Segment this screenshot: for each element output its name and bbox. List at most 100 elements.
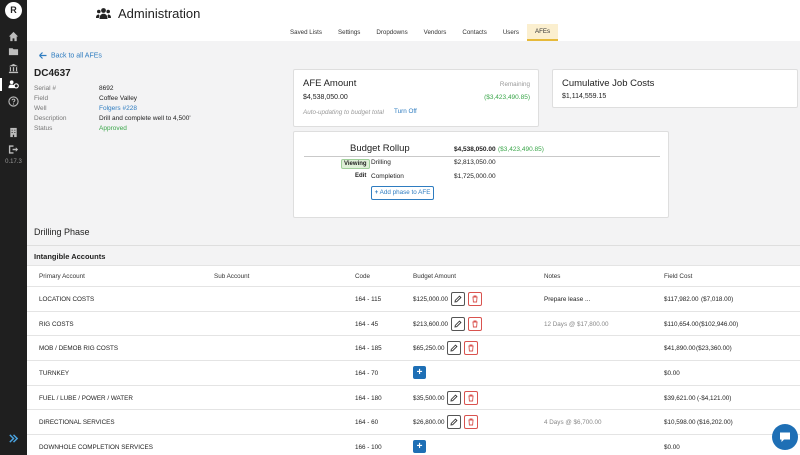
row-variance: ($23,360.00) — [696, 345, 732, 353]
page-title: Administration — [118, 6, 201, 21]
row-account: FUEL / LUBE / POWER / WATER — [39, 394, 133, 402]
edit-button[interactable] — [451, 292, 465, 306]
chat-icon — [780, 432, 790, 442]
tab-saved-lists[interactable]: Saved Lists — [282, 24, 330, 41]
tab-contacts[interactable]: Contacts — [454, 24, 494, 41]
afe-amount-value: $4,538,050.00 — [303, 94, 348, 101]
tab-settings[interactable]: Settings — [330, 24, 368, 41]
phase-name-drilling[interactable]: Drilling — [371, 159, 391, 166]
building-icon[interactable] — [8, 127, 19, 138]
chat-widget-button[interactable] — [772, 424, 798, 450]
delete-button[interactable] — [468, 292, 482, 306]
info-label: Well — [34, 105, 47, 112]
plus-icon: + — [416, 367, 423, 379]
table-row[interactable]: DOWNHOLE COMPLETION SERVICES 166 - 100 +… — [27, 435, 800, 455]
info-label: Serial # — [34, 85, 57, 92]
plus-icon: + — [374, 189, 379, 196]
job-id: DC4637 — [34, 68, 71, 79]
info-label: Description — [34, 115, 67, 122]
app-logo[interactable]: R — [5, 2, 22, 19]
well-link[interactable]: Folgers #228 — [99, 104, 137, 114]
col-sub-account[interactable]: Sub Account — [214, 273, 249, 280]
info-row-serial: Serial # 8692 — [34, 84, 191, 94]
home-icon[interactable] — [8, 31, 19, 42]
logout-icon[interactable] — [8, 144, 19, 155]
help-icon[interactable] — [8, 96, 19, 107]
pencil-icon — [454, 320, 462, 328]
col-code[interactable]: Code — [355, 273, 370, 280]
col-field-cost[interactable]: Field Cost — [664, 273, 692, 280]
col-budget-amount[interactable]: Budget Amount — [413, 273, 456, 280]
tab-dropdowns[interactable]: Dropdowns — [368, 24, 415, 41]
row-notes: Prepare lease ... — [544, 296, 591, 303]
double-chevron-right-icon[interactable] — [8, 433, 19, 444]
delete-button[interactable] — [464, 341, 478, 356]
trash-icon — [472, 320, 478, 328]
info-label: Status — [34, 125, 53, 132]
section-heading: Intangible Accounts — [34, 252, 106, 261]
rollup-remaining: ($3,423,490.85) — [498, 146, 544, 153]
table-row[interactable]: TURNKEY 164 - 70 + $0.00 — [27, 361, 800, 386]
trash-icon — [468, 394, 474, 402]
table-row[interactable]: LOCATION COSTS 164 - 115 $125,000.00 Pre… — [27, 287, 800, 312]
row-field-cost: $41,890.00 — [664, 345, 696, 353]
turn-off-link[interactable]: Turn Off — [394, 108, 417, 115]
row-code: 164 - 45 — [355, 320, 379, 328]
col-primary-account[interactable]: Primary Account — [39, 273, 85, 280]
row-code: 164 - 115 — [355, 296, 382, 303]
afe-amount-title: AFE Amount — [303, 78, 357, 89]
trash-icon — [472, 295, 478, 303]
tab-users[interactable]: Users — [495, 24, 527, 41]
table-row[interactable]: MOB / DEMOB RIG COSTS 164 - 185 $65,250.… — [27, 336, 800, 362]
row-code: 164 - 70 — [355, 370, 379, 378]
afe-remaining-value: ($3,423,490.85) — [484, 94, 530, 101]
phase-amount-completion: $1,725,000.00 — [454, 173, 496, 180]
accounts-table: Primary Account Sub Account Code Budget … — [27, 265, 800, 455]
tab-afes[interactable]: AFEs — [526, 24, 559, 41]
row-account: RIG COSTS — [39, 320, 74, 328]
app-version: 0.17.3 — [5, 159, 22, 165]
table-row[interactable]: FUEL / LUBE / POWER / WATER 164 - 180 $3… — [27, 386, 800, 411]
edit-button[interactable] — [447, 341, 461, 356]
info-row-description: Description Drill and complete well to 4… — [34, 114, 191, 124]
col-notes[interactable]: Notes — [544, 273, 560, 280]
phase-name-completion[interactable]: Completion — [371, 173, 404, 180]
auto-update-note: Auto-updating to budget total — [303, 109, 384, 116]
row-code: 166 - 100 — [355, 444, 382, 452]
row-field-cost: $0.00 — [664, 370, 680, 378]
phase-title: Drilling Phase — [34, 227, 90, 237]
info-row-field: Field Coffee Valley — [34, 94, 191, 104]
sidebar: R 0.17.3 — [0, 0, 27, 455]
edit-button[interactable] — [447, 415, 461, 430]
edit-phase-link[interactable]: Edit — [355, 173, 366, 179]
row-field-cost: $39,621.00 — [664, 394, 696, 402]
delete-button[interactable] — [464, 415, 478, 430]
table-header: Primary Account Sub Account Code Budget … — [27, 266, 800, 287]
info-value: Coffee Valley — [99, 95, 138, 102]
delete-button[interactable] — [464, 390, 478, 405]
folder-icon[interactable] — [8, 46, 19, 57]
cumulative-value: $1,114,559.15 — [562, 93, 607, 100]
afe-amount-card: AFE Amount Remaining $4,538,050.00 ($3,4… — [293, 69, 539, 127]
table-row[interactable]: DIRECTIONAL SERVICES 164 - 60 $26,800.00… — [27, 410, 800, 436]
pencil-icon — [450, 344, 458, 352]
info-value: 8692 — [99, 85, 114, 92]
back-to-afes-link[interactable]: Back to all AFEs — [39, 52, 102, 59]
phase-amount-drilling: $2,813,050.00 — [454, 159, 496, 166]
row-code: 164 - 180 — [355, 394, 382, 402]
row-code: 164 - 60 — [355, 419, 379, 427]
delete-button[interactable] — [468, 316, 482, 331]
users-cog-icon[interactable] — [8, 79, 19, 90]
add-budget-button[interactable]: + — [413, 366, 426, 380]
edit-button[interactable] — [451, 316, 465, 331]
add-phase-button[interactable]: + Add phase to AFE — [371, 186, 434, 200]
info-value: Drill and complete well to 4,500' — [99, 115, 191, 122]
row-notes: 4 Days @ $6,700.00 — [544, 419, 602, 427]
edit-button[interactable] — [447, 390, 461, 405]
bank-icon[interactable] — [8, 63, 19, 74]
table-row[interactable]: RIG COSTS 164 - 45 $213,600.00 12 Days @… — [27, 312, 800, 337]
row-budget: $213,600.00 — [413, 320, 449, 328]
add-budget-button[interactable]: + — [413, 440, 426, 454]
trash-icon — [468, 344, 474, 352]
tab-vendors[interactable]: Vendors — [416, 24, 455, 41]
